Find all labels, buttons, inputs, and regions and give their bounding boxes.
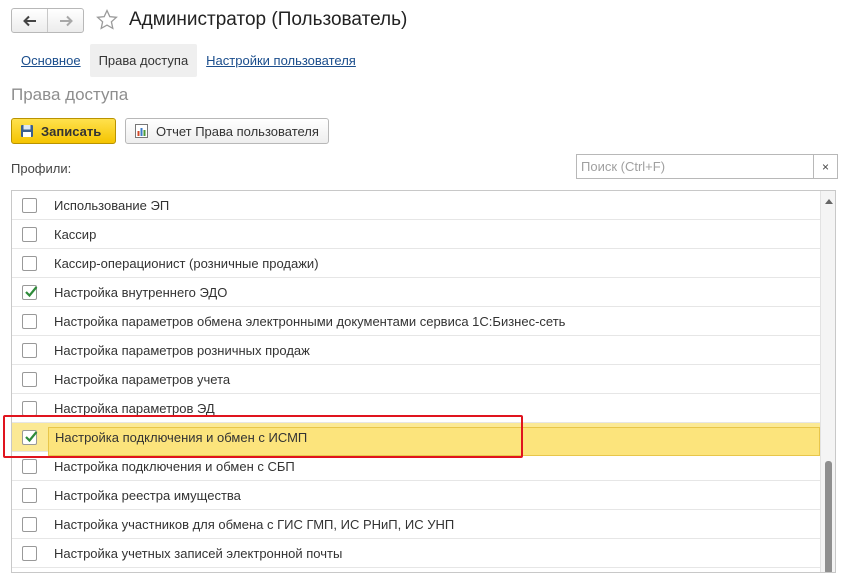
profile-checkbox[interactable] (22, 430, 38, 445)
search-input[interactable] (576, 154, 814, 179)
table-row[interactable]: Настройка учетных записей электронной по… (12, 539, 820, 568)
forward-button[interactable] (47, 9, 83, 32)
profile-checkbox[interactable] (22, 343, 37, 358)
tab-access-rights[interactable]: Права доступа (89, 44, 198, 77)
profiles-label: Профили: (11, 161, 72, 176)
profile-checkbox[interactable] (22, 198, 37, 213)
profile-name: Настройка параметров обмена электронными… (54, 314, 566, 329)
profile-name: Настройка параметров ЭД (54, 401, 215, 416)
save-button[interactable]: Записать (11, 118, 116, 144)
table-row[interactable]: Настройка параметров розничных продаж (12, 336, 820, 365)
table-row[interactable]: Настройка параметров учета (12, 365, 820, 394)
table-row[interactable]: Настройка параметров обмена электронными… (12, 307, 820, 336)
section-title: Права доступа (11, 85, 129, 104)
tab-main[interactable]: Основное (12, 44, 90, 77)
user-rights-report-button[interactable]: Отчет Права пользователя (125, 118, 329, 144)
profile-name: Настройка параметров учета (54, 372, 231, 387)
profile-name: Настройка подключения и обмен с СБП (54, 459, 295, 474)
table-row[interactable]: Кассир-операционист (розничные продажи) (12, 249, 820, 278)
arrow-right-icon (59, 15, 73, 26)
profile-name: Настройка параметров розничных продаж (54, 343, 310, 358)
checkmark-icon (25, 431, 38, 443)
profiles-table: Использование ЭП Кассир Кассир-операционис… (11, 190, 836, 573)
table-row[interactable]: Настройка подключения и обмен с ИСМП (12, 423, 820, 456)
profile-name: Кассир (54, 227, 97, 242)
profile-checkbox[interactable] (22, 546, 37, 561)
back-button[interactable] (12, 9, 47, 32)
floppy-disk-icon (21, 125, 33, 137)
profile-name: Настройка участников для обмена с ГИС ГМ… (54, 517, 455, 532)
vertical-scrollbar[interactable] (820, 191, 835, 572)
profile-checkbox[interactable] (22, 285, 38, 300)
profile-checkbox[interactable] (22, 227, 37, 242)
table-row[interactable]: Настройка внутреннего ЭДО (12, 278, 820, 307)
window-title: Администратор (Пользователь) (129, 9, 408, 30)
navigation-buttons (11, 8, 84, 33)
profile-name: Использование ЭП (54, 198, 170, 213)
table-row[interactable]: Настройка параметров ЭД (12, 394, 820, 423)
profile-checkbox[interactable] (22, 401, 37, 416)
search-clear-button[interactable]: × (813, 154, 838, 179)
table-row[interactable]: Использование ЭП (12, 191, 820, 220)
profile-name: Настройка учетных записей электронной по… (54, 546, 343, 561)
profile-checkbox[interactable] (22, 488, 37, 503)
table-row[interactable]: Настройка реестра имущества (12, 481, 820, 510)
profile-checkbox[interactable] (22, 459, 37, 474)
report-chart-icon (135, 124, 148, 138)
table-row[interactable]: Кассир (12, 220, 820, 249)
profile-name: Настройка внутреннего ЭДО (54, 285, 228, 300)
save-button-label: Записать (41, 123, 102, 139)
chevron-up-icon (825, 198, 833, 204)
profile-checkbox[interactable] (22, 517, 37, 532)
arrow-left-icon (22, 15, 36, 26)
profile-checkbox[interactable] (22, 256, 37, 271)
form-tabs: Основное Права доступа Настройки пользов… (12, 44, 365, 77)
profile-name: Кассир-операционист (розничные продажи) (54, 256, 319, 271)
table-row[interactable]: Настройка подключения и обмен с СБП (12, 452, 820, 481)
profile-name: Настройка реестра имущества (54, 488, 241, 503)
star-icon[interactable] (95, 8, 119, 32)
checkmark-icon (25, 286, 38, 298)
tab-user-settings[interactable]: Настройки пользователя (197, 44, 365, 77)
scroll-up-button[interactable] (821, 191, 835, 211)
table-row[interactable]: Настройка участников для обмена с ГИС ГМ… (12, 510, 820, 539)
profile-checkbox[interactable] (22, 372, 37, 387)
report-button-label: Отчет Права пользователя (156, 123, 319, 139)
profile-checkbox[interactable] (22, 314, 37, 329)
scroll-thumb[interactable] (825, 461, 832, 572)
